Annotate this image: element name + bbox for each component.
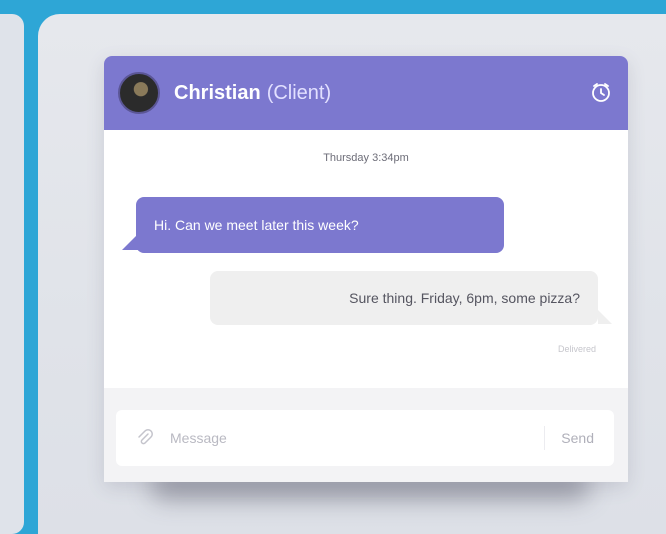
- composer-divider: [544, 426, 546, 450]
- bubble-tail-incoming: [122, 234, 138, 250]
- bubble-tail-outgoing: [598, 310, 612, 324]
- message-input[interactable]: [168, 429, 545, 447]
- contact-name: Christian: [174, 81, 261, 104]
- message-bubble-outgoing: Sure thing. Friday, 6pm, some pizza?: [210, 271, 598, 325]
- chat-header: Christian (Client): [104, 56, 628, 130]
- contact-role: (Client): [266, 81, 332, 104]
- left-panel: [0, 14, 24, 534]
- message-bubble-incoming: Hi. Can we meet later this week?: [136, 197, 504, 253]
- message-list: Thursday 3:34pm: [104, 130, 628, 378]
- clock-icon[interactable]: [590, 81, 612, 103]
- message-composer: Send: [116, 410, 614, 466]
- send-button[interactable]: Send: [561, 430, 594, 446]
- read-receipt: Delivered: [557, 344, 596, 354]
- timestamp: Thursday 3:34pm: [323, 152, 409, 164]
- paperclip-icon[interactable]: [136, 429, 154, 447]
- avatar[interactable]: [118, 72, 160, 114]
